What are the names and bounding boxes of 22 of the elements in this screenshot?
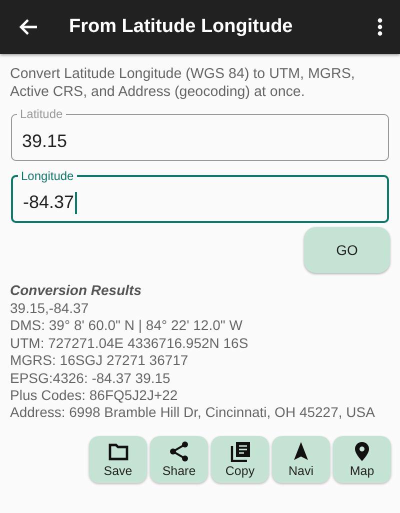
screen-title: From Latitude Longitude xyxy=(69,16,294,38)
input-field[interactable]: Longitude -84.37 xyxy=(11,168,389,223)
result-line: Plus Codes: 86FQ5J2J+22 xyxy=(10,387,179,404)
go-button[interactable]: GO xyxy=(304,227,390,273)
action-button[interactable]: Map xyxy=(333,436,391,483)
back-icon[interactable] xyxy=(18,18,38,36)
description-text: Convert Latitude Longitude (WGS 84) to UTM, MGRS, Active CRS, and Address (geocoding) at once. xyxy=(10,65,356,101)
action-button[interactable]: Save xyxy=(89,436,147,483)
action-button[interactable]: Copy xyxy=(211,436,269,483)
result-line: EPSG:4326: -84.37 39.15 xyxy=(10,370,172,388)
result-line: 39.15,-84.37 xyxy=(10,300,90,318)
action-button[interactable]: Share xyxy=(150,436,208,483)
result-line: DMS: 39° 8' 60.0" N | 84° 22' 12.0" W xyxy=(10,317,244,335)
more-options-icon[interactable] xyxy=(377,18,383,36)
share-icon xyxy=(168,440,190,462)
action-button[interactable]: Navi xyxy=(272,436,330,483)
result-line: Address: 6998 Bramble Hill Dr, Cincinnati, OH 45227, USA xyxy=(10,404,376,422)
result-line: UTM: 727271.04E 4336716.952N 16S xyxy=(10,334,250,352)
result-line: MGRS: 16SGJ 27271 36717 xyxy=(10,352,190,370)
input-field[interactable]: Latitude 39.15 xyxy=(11,106,389,161)
results-heading: Conversion Results xyxy=(10,281,142,300)
copy-icon xyxy=(229,440,251,462)
